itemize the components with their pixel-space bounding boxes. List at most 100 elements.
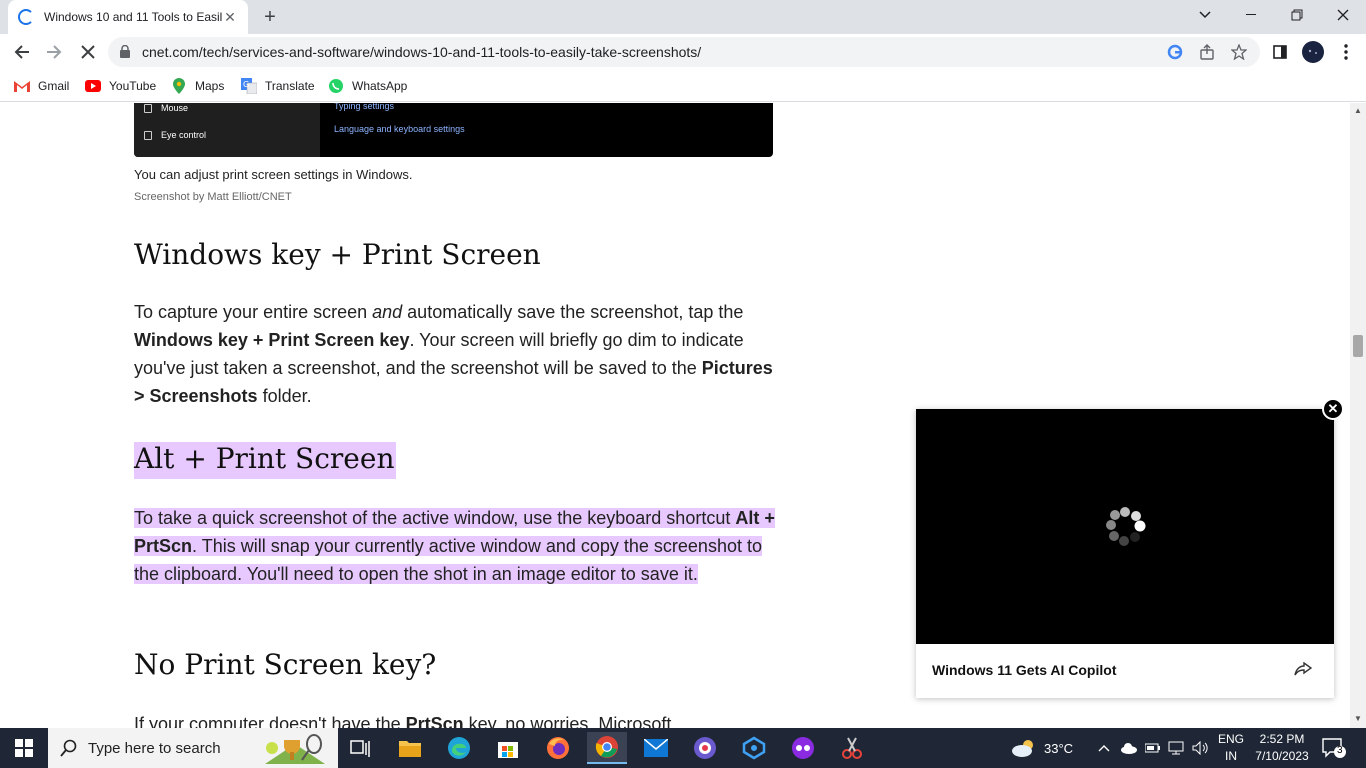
video-close-button[interactable]: ✕ [1322,398,1344,420]
windows-logo-icon [15,739,33,757]
share-icon[interactable] [1294,661,1313,681]
weather-widget[interactable]: 33°C [1010,728,1073,768]
gmail-icon [14,78,30,94]
edge-icon[interactable] [439,732,479,764]
windows-taskbar: Type here to search 33°C ENG IN 2:52 PM … [0,728,1366,768]
image-caption: You can adjust print screen settings in … [134,167,413,182]
language-indicator[interactable]: ENG IN [1216,731,1246,765]
bookmark-maps[interactable]: Maps [171,76,224,96]
profile-avatar[interactable] [1301,40,1325,64]
back-button[interactable] [8,38,36,66]
mouse-icon [144,103,152,113]
settings-link-typing: Typing settings [334,103,395,111]
scrollbar-thumb[interactable] [1353,335,1363,357]
battery-icon[interactable] [1145,728,1161,768]
stop-loading-button[interactable] [74,38,102,66]
bookmark-youtube[interactable]: YouTube [85,76,156,96]
tab-close-icon[interactable]: ✕ [222,9,238,26]
mail-icon[interactable] [636,732,676,764]
snipping-tool-icon[interactable] [832,732,872,764]
search-placeholder: Type here to search [88,739,221,757]
text-run: key, no worries. Microsoft [463,714,672,728]
language-code: ENG [1217,732,1244,746]
start-button[interactable] [0,728,48,768]
menu-kebab-icon[interactable] [1336,42,1356,62]
taskbar-search-box[interactable]: Type here to search [48,728,338,768]
system-clock[interactable]: 2:52 PM 7/10/2023 [1250,731,1314,765]
bookmark-label: YouTube [109,79,157,93]
floating-video-player[interactable]: Windows 11 Gets AI Copilot [916,409,1334,698]
video-screen[interactable] [916,409,1334,644]
loading-spinner-icon [18,9,34,25]
network-icon[interactable] [1168,728,1186,768]
lock-icon[interactable] [120,44,130,63]
translate-icon: G [241,78,257,94]
notification-count: 3 [1337,745,1343,756]
image-credit: Screenshot by Matt Elliott/CNET [134,191,292,203]
game-app-icon[interactable] [685,732,725,764]
chrome-icon[interactable] [587,732,627,764]
google-translate-icon[interactable] [1166,43,1184,61]
settings-item-eye-control: Eye control [144,130,206,140]
whatsapp-icon [328,78,344,94]
clock-date: 7/10/2023 [1255,749,1309,763]
task-view-icon[interactable] [340,732,380,764]
text-bold: Windows key + Print Screen key [134,330,410,350]
forward-button[interactable] [40,38,68,66]
close-window-button[interactable] [1320,0,1366,30]
youtube-icon [85,78,101,94]
video-title[interactable]: Windows 11 Gets AI Copilot [932,662,1116,678]
sync-app-icon[interactable] [734,732,774,764]
vpn-mask-icon[interactable] [783,732,823,764]
volume-icon[interactable] [1192,728,1210,768]
bookmark-label: Gmail [38,79,70,93]
text-run: To capture your entire screen [134,302,373,322]
section-paragraph-alt-print-screen: To take a quick screenshot of the active… [134,504,784,588]
file-explorer-icon[interactable] [390,732,430,764]
text-run: To take a quick screenshot of the active… [134,508,736,528]
settings-link-language: Language and keyboard settings [334,124,465,134]
side-panel-icon[interactable] [1270,42,1290,62]
bookmark-gmail[interactable]: Gmail [14,76,69,96]
url-text[interactable]: cnet.com/tech/services-and-software/wind… [142,44,701,60]
section-paragraph-no-print-screen: If your computer doesn't have the PrtScn… [134,710,784,728]
bookmark-label: Translate [265,79,315,93]
microsoft-store-icon[interactable] [488,732,528,764]
settings-item-label: Eye control [161,130,207,140]
section-heading-no-print-screen: No Print Screen key? [134,648,437,681]
tab-search-chevron-icon[interactable] [1182,0,1228,30]
scroll-up-arrow-icon[interactable]: ▲ [1354,106,1362,115]
text-bold: PrtScn [405,714,464,728]
text-run: . This will snap your currently active w… [134,536,762,584]
bookmark-star-icon[interactable] [1230,43,1248,61]
browser-tab[interactable]: Windows 10 and 11 Tools to Easily Take S… [8,0,248,34]
clock-time: 2:52 PM [1259,732,1305,746]
onedrive-cloud-icon[interactable] [1120,728,1138,768]
new-tab-button[interactable]: + [258,5,282,29]
section-paragraph-windows-print-screen: To capture your entire screen and automa… [134,298,784,410]
show-hidden-icons-chevron-icon[interactable] [1098,728,1110,768]
firefox-icon[interactable] [538,732,578,764]
text-run: folder. [257,386,312,406]
notification-center-icon[interactable]: 3 [1322,738,1346,763]
weather-cloud-icon [1012,740,1033,757]
address-bar[interactable]: cnet.com/tech/services-and-software/wind… [108,37,1260,67]
minimize-button[interactable] [1228,0,1274,30]
page-scrollbar[interactable]: ▲ ▼ [1350,103,1366,728]
settings-item-label: Mouse [161,103,189,113]
bookmark-translate[interactable]: G Translate [241,76,315,96]
weather-temperature: 33°C [1044,740,1074,756]
text-emphasis: and [372,302,403,322]
settings-screenshot-image: Mouse Eye control Typing settings Langua… [134,103,773,157]
maps-icon [171,78,187,94]
bookmark-label: Maps [195,79,225,93]
scroll-down-arrow-icon[interactable]: ▼ [1354,714,1362,723]
section-heading-windows-print-screen: Windows key + Print Screen [134,238,541,271]
loading-spinner-icon [1106,507,1146,546]
settings-item-mouse: Mouse [144,103,188,113]
restore-button[interactable] [1274,0,1320,30]
tab-title: Windows 10 and 11 Tools to Easily Take S… [44,10,222,24]
share-icon[interactable] [1198,43,1216,61]
bookmark-whatsapp[interactable]: WhatsApp [328,76,407,96]
browser-toolbar: cnet.com/tech/services-and-software/wind… [0,34,1366,70]
